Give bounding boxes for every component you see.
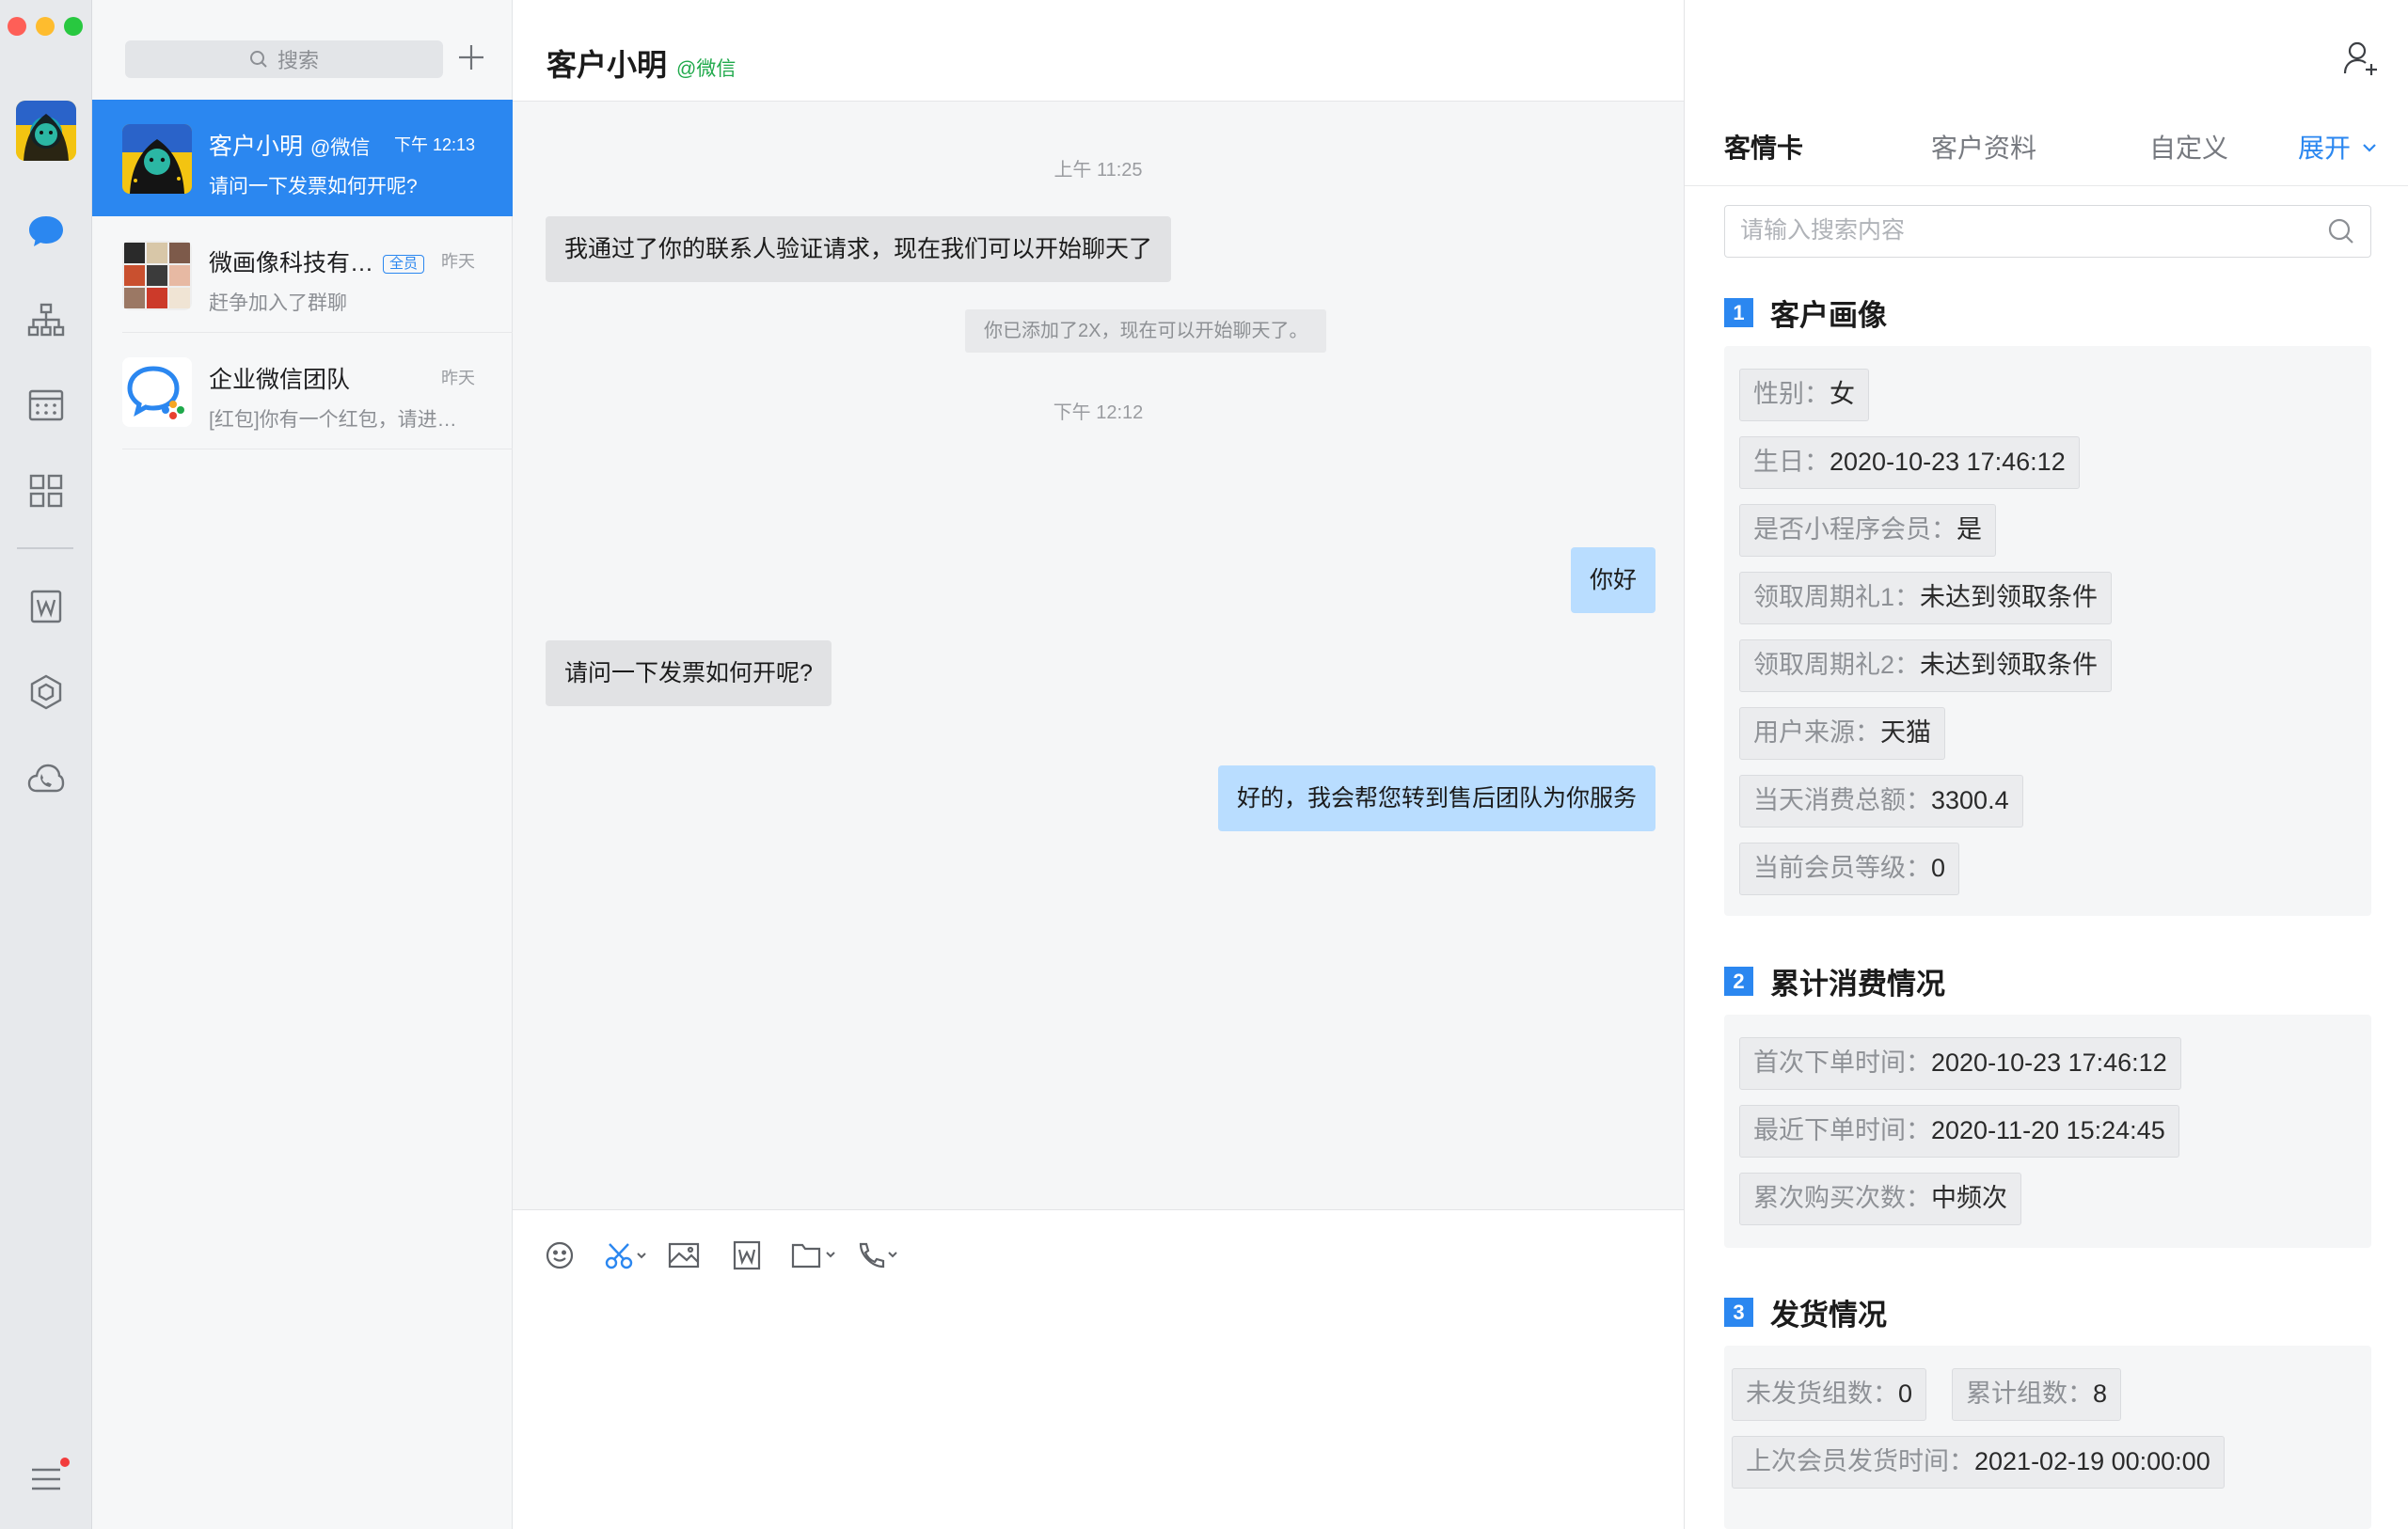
info-tag: 当前会员等级：0 — [1739, 843, 1960, 895]
doc-w-icon[interactable] — [733, 1238, 761, 1272]
message-timestamp: 上午 11:25 — [1054, 160, 1143, 181]
conversation-name: 客户小明 @微信 — [209, 134, 371, 160]
panel-tabs: 客情卡 客户资料 自定义 展开 — [1685, 102, 2408, 186]
wechat-suffix: @微信 — [310, 137, 371, 159]
outgoing-message[interactable]: 好的，我会帮您转到售后团队为你服务 — [1217, 765, 1656, 831]
conversation-item[interactable]: 微画像科技有… 全员 昨天 赶争加入了群聊 — [92, 216, 513, 333]
screenshot-scissors-icon[interactable] — [604, 1238, 649, 1272]
section-number: 2 — [1724, 967, 1753, 996]
conversation-preview: 请问一下发票如何开呢? — [209, 176, 418, 197]
notification-dot — [60, 1458, 70, 1467]
info-tag: 生日：2020-10-23 17:46:12 — [1739, 436, 2080, 489]
composer[interactable] — [513, 1209, 1684, 1529]
chat-window: 客户小明 @微信 上午 11:25 我通过了你的联系人验证请求，现在我们可以开始聊… — [513, 0, 1684, 1529]
search-icon — [249, 51, 267, 68]
info-tag: 领取周期礼1：未达到领取条件 — [1739, 572, 2113, 624]
info-tag: 当天消费总额：3300.4 — [1739, 775, 2023, 828]
add-button[interactable] — [450, 36, 493, 79]
image-icon[interactable] — [668, 1238, 700, 1272]
message-timestamp: 下午 12:12 — [1053, 402, 1144, 423]
conversation-preview: [红包]你有一个红包，请进… — [209, 409, 457, 431]
window-minimize-button[interactable] — [36, 17, 55, 36]
search-icon — [2328, 218, 2353, 244]
conversation-time: 昨天 — [441, 252, 475, 271]
info-tag: 上次会员发货时间：2021-02-19 00:00:00 — [1732, 1436, 2225, 1489]
left-rail — [0, 0, 92, 1529]
info-tag: 最近下单时间：2020-11-20 15:24:45 — [1739, 1105, 2179, 1158]
section-title: 3 发货情况 — [1724, 1291, 1887, 1333]
conversation-time: 昨天 — [441, 369, 475, 387]
info-tag: 性别：女 — [1739, 369, 1869, 421]
emoji-icon[interactable] — [545, 1238, 575, 1272]
customer-panel: 客情卡 客户资料 自定义 展开 请输入搜索内容 1 客户画像 性别：女 生日：2… — [1684, 0, 2408, 1529]
info-tag: 未发货组数：0 — [1732, 1368, 1927, 1421]
conversation-item[interactable]: 企业微信团队 昨天 [红包]你有一个红包，请进… — [92, 333, 513, 449]
add-contact-icon[interactable] — [2342, 39, 2380, 77]
user-avatar[interactable] — [16, 101, 76, 161]
expand-label: 展开 — [2298, 134, 2352, 163]
folder-icon[interactable] — [791, 1238, 838, 1272]
shipping-box: 未发货组数：0 累计组数：8 上次会员发货时间：2021-02-19 00:00… — [1724, 1346, 2371, 1529]
wechat-suffix: @微信 — [676, 58, 737, 80]
chat-header: 客户小明 @微信 — [513, 0, 1684, 102]
all-members-badge: 全员 — [383, 255, 425, 274]
consumption-box: 首次下单时间：2020-10-23 17:46:12 最近下单时间：2020-1… — [1724, 1015, 2371, 1248]
menu-icon[interactable] — [27, 1460, 65, 1498]
system-message: 你已添加了2X，现在可以开始聊天了。 — [965, 309, 1327, 353]
cloud-phone-icon[interactable] — [27, 760, 65, 797]
conversation-time: 下午 12:13 — [393, 135, 475, 154]
contact-avatar — [122, 124, 192, 194]
panel-search-placeholder: 请输入搜索内容 — [1740, 217, 1906, 244]
plus-icon — [459, 45, 483, 70]
outgoing-message[interactable]: 你好 — [1570, 547, 1656, 613]
search-placeholder: 搜索 — [277, 49, 319, 72]
tab-customer-profile[interactable]: 客户资料 — [1931, 128, 2036, 166]
window-zoom-button[interactable] — [64, 17, 83, 36]
message-list: 上午 11:25 我通过了你的联系人验证请求，现在我们可以开始聊天了 你已添加了… — [513, 102, 1684, 1209]
chevron-down-icon — [2363, 144, 2376, 152]
calendar-icon[interactable] — [27, 386, 65, 423]
conversation-list: 搜索 客户小明 @微信 下午 12:13 请问一下发票如何开呢? 微画像科技有…… — [92, 0, 513, 1529]
info-tag: 是否小程序会员：是 — [1739, 504, 1996, 557]
conversation-item[interactable]: 客户小明 @微信 下午 12:13 请问一下发票如何开呢? — [92, 100, 513, 216]
chat-title: 客户小明 @微信 — [547, 48, 737, 82]
info-tag: 累次购买次数：中频次 — [1739, 1173, 2021, 1225]
section-number: 3 — [1724, 1298, 1753, 1327]
conversation-name: 微画像科技有… 全员 — [209, 244, 425, 278]
window-close-button[interactable] — [8, 17, 26, 36]
incoming-message[interactable]: 请问一下发票如何开呢? — [546, 640, 832, 706]
incoming-message[interactable]: 我通过了你的联系人验证请求，现在我们可以开始聊天了 — [546, 216, 1172, 282]
conversation-name: 企业微信团队 — [209, 367, 351, 393]
tab-custom[interactable]: 自定义 — [2149, 128, 2228, 166]
info-tag: 用户来源：天猫 — [1739, 707, 1945, 760]
conversation-preview: 赶争加入了群聊 — [209, 292, 347, 314]
customer-portrait-box: 性别：女 生日：2020-10-23 17:46:12 是否小程序会员：是 领取… — [1724, 346, 2371, 916]
phone-icon[interactable] — [857, 1238, 900, 1272]
wecom-team-avatar — [122, 357, 192, 427]
hexagon-icon[interactable] — [27, 673, 65, 711]
section-title: 2 累计消费情况 — [1724, 960, 1945, 1002]
org-chart-icon[interactable] — [27, 301, 65, 339]
group-avatar — [122, 241, 192, 310]
doc-w-icon[interactable] — [27, 588, 65, 625]
chat-icon[interactable] — [27, 213, 65, 250]
apps-grid-icon[interactable] — [27, 472, 65, 510]
section-title: 1 客户画像 — [1724, 292, 1887, 334]
info-tag: 累计组数：8 — [1952, 1368, 2122, 1421]
expand-button[interactable]: 展开 — [2298, 128, 2377, 166]
rail-divider — [17, 547, 73, 549]
info-tag: 首次下单时间：2020-10-23 17:46:12 — [1739, 1037, 2181, 1090]
section-number: 1 — [1724, 298, 1753, 327]
info-tag: 领取周期礼2：未达到领取条件 — [1739, 639, 2113, 692]
search-input[interactable]: 搜索 — [125, 40, 443, 78]
tab-customer-card[interactable]: 客情卡 — [1724, 128, 1803, 166]
panel-search-input[interactable]: 请输入搜索内容 — [1724, 205, 2371, 258]
